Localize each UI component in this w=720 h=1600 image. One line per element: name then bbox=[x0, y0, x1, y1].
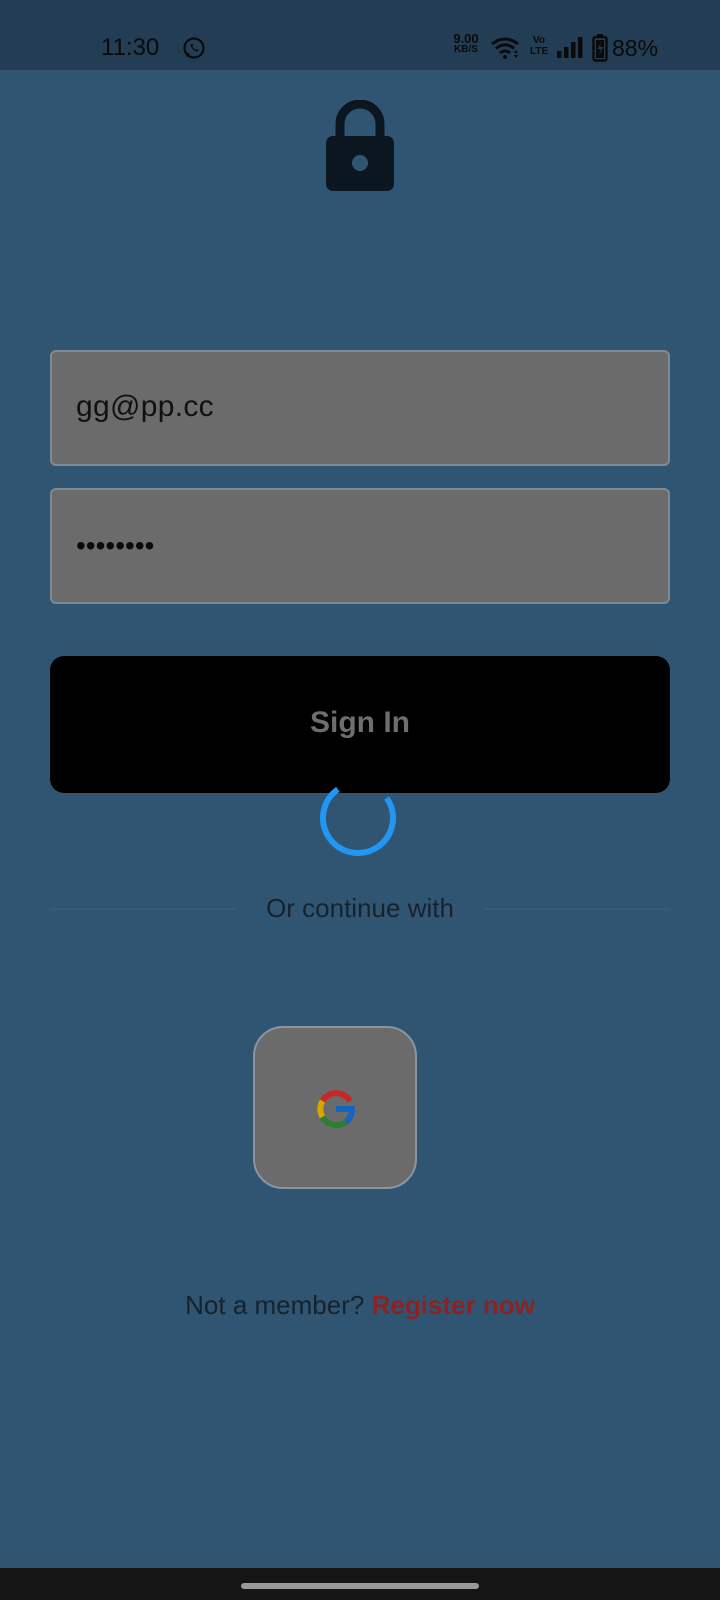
network-speed: 9.00 KB/S bbox=[449, 31, 483, 55]
divider-left bbox=[50, 908, 236, 910]
sign-in-button[interactable]: Sign In bbox=[50, 656, 670, 793]
volte-icon: Vo LTE bbox=[530, 35, 548, 57]
loading-spinner-icon bbox=[320, 786, 396, 856]
home-indicator[interactable] bbox=[241, 1583, 479, 1589]
password-field[interactable]: •••••••• bbox=[50, 488, 670, 604]
status-bar: 11:30 9.00 KB/S Vo LTE 88% bbox=[0, 0, 720, 70]
whatsapp-icon bbox=[183, 37, 205, 59]
wifi-icon bbox=[491, 37, 519, 59]
signal-icon bbox=[557, 37, 583, 58]
google-sign-in-button[interactable] bbox=[253, 1026, 417, 1189]
volte-bottom: LTE bbox=[530, 46, 549, 57]
status-time: 11:30 bbox=[101, 34, 160, 61]
divider-text: Or continue with bbox=[266, 893, 454, 923]
network-rate: 9.00 bbox=[453, 31, 479, 46]
sign-in-label: Sign In bbox=[310, 706, 410, 739]
lock-icon bbox=[326, 100, 394, 191]
email-value: gg@pp.cc bbox=[76, 390, 214, 423]
register-row: Not a member? Register now bbox=[0, 1290, 720, 1321]
register-prompt: Not a member? bbox=[185, 1290, 365, 1320]
google-icon bbox=[317, 1090, 355, 1129]
battery-percent: 88% bbox=[612, 35, 659, 61]
divider-right bbox=[484, 908, 670, 910]
battery-icon bbox=[592, 34, 608, 62]
password-value: •••••••• bbox=[76, 530, 155, 561]
volte-top: Vo bbox=[532, 35, 546, 46]
register-now-link[interactable]: Register now bbox=[372, 1290, 535, 1320]
email-field[interactable]: gg@pp.cc bbox=[50, 350, 670, 466]
network-unit: KB/S bbox=[454, 44, 478, 55]
